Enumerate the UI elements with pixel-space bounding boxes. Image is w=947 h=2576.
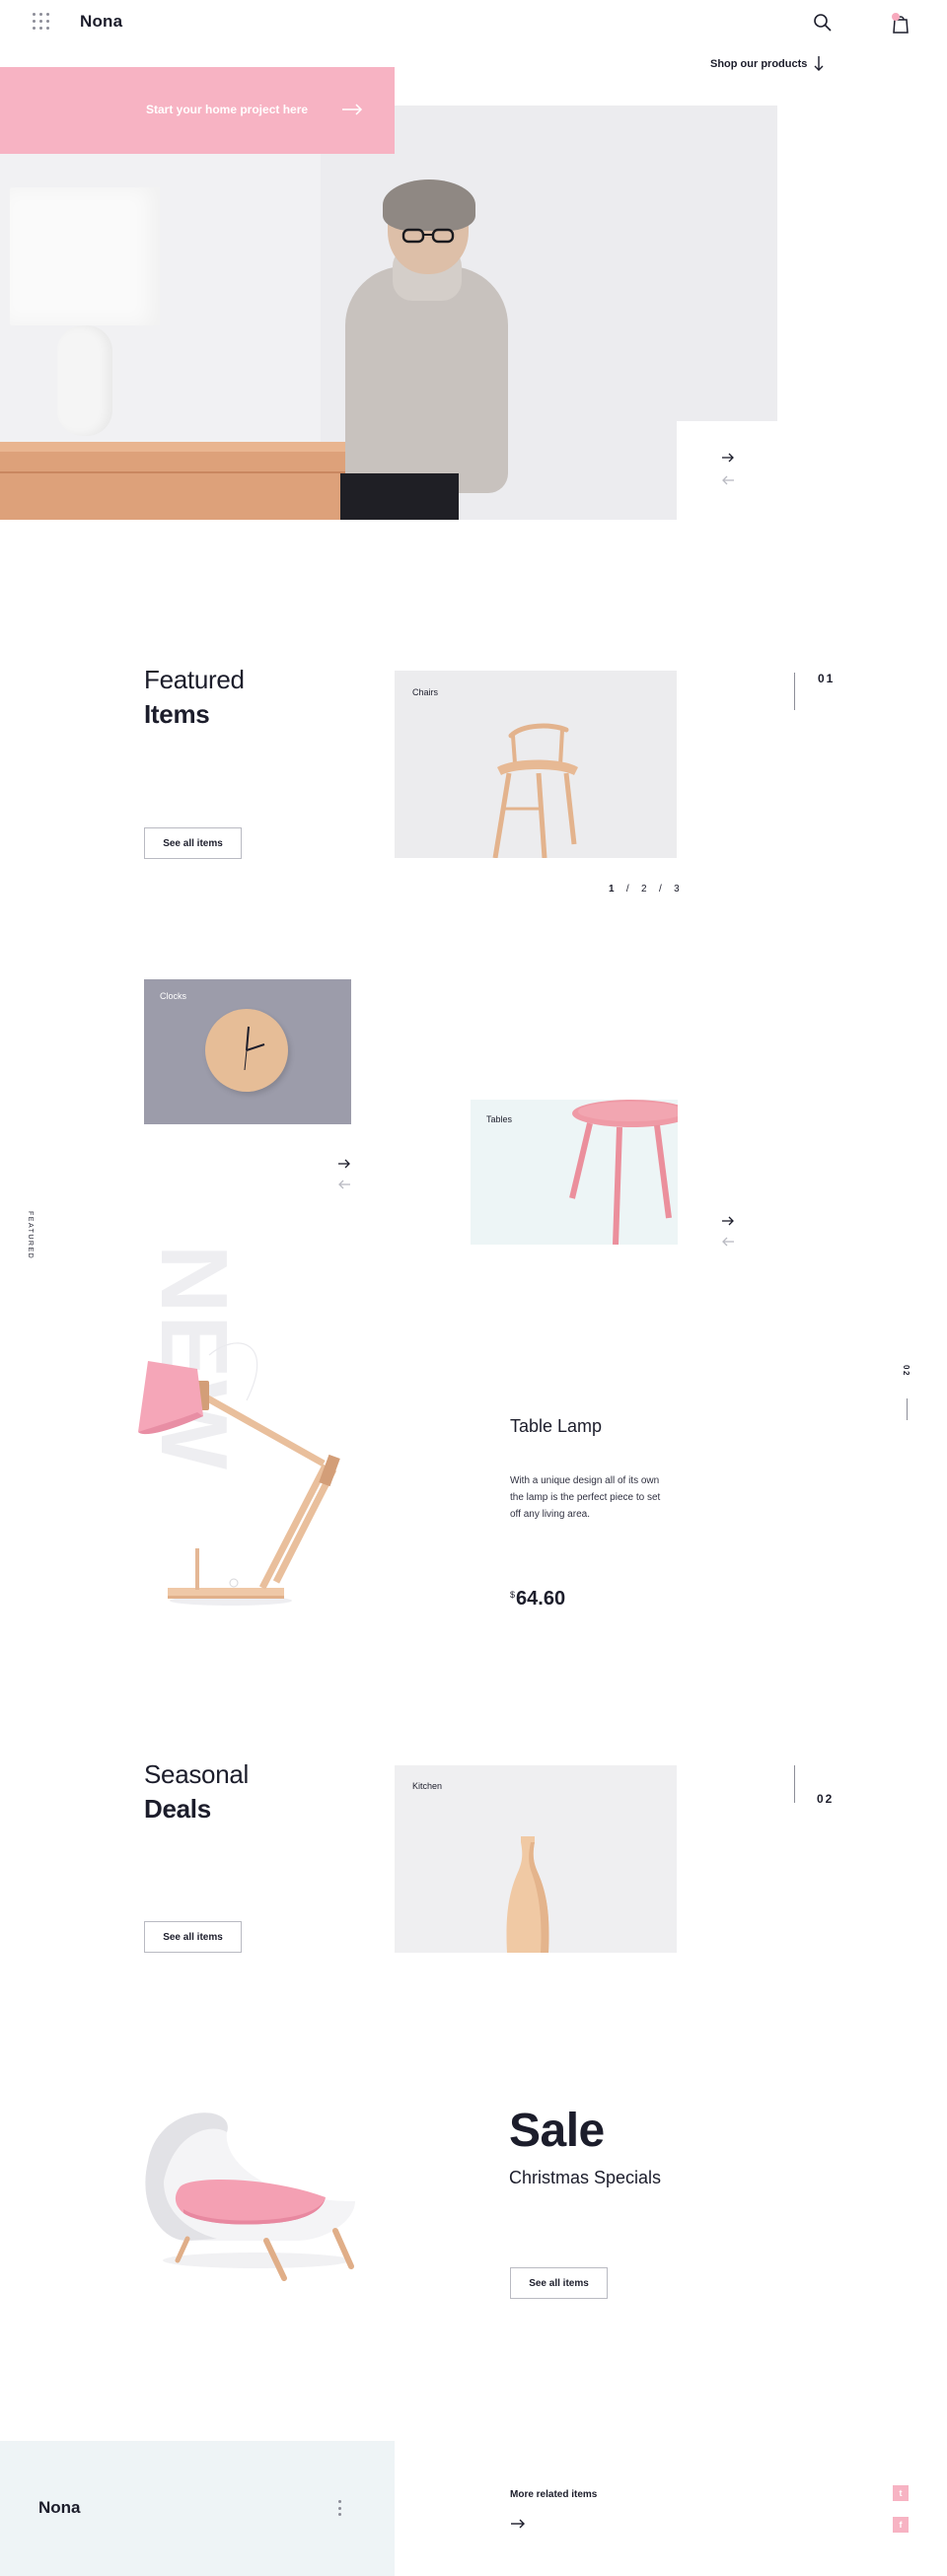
seasonal-title-bold: Deals (144, 1794, 211, 1824)
section-divider-2 (794, 1765, 795, 1803)
more-options-icon[interactable] (338, 2500, 342, 2516)
chair-image (492, 723, 578, 858)
twitter-icon[interactable]: t (893, 2485, 909, 2501)
featured-vertical-label: FEATURED (27, 1211, 34, 1260)
product-description: With a unique design all of its own the … (510, 1475, 661, 1520)
search-icon[interactable] (813, 13, 833, 33)
side-section-number: 02 (902, 1365, 911, 1377)
price-value: 64.60 (516, 1588, 566, 1610)
hero-nav-panel (677, 421, 777, 520)
sale-title: Sale (509, 2105, 605, 2157)
clocks-label: Clocks (160, 991, 187, 1001)
grid-menu-icon[interactable] (33, 13, 50, 31)
kitchen-label: Kitchen (412, 1781, 443, 1791)
cart-badge (892, 13, 900, 21)
pager-separator: / (625, 884, 630, 894)
sale-see-all-button[interactable]: See all items (510, 2267, 608, 2299)
pager-page-3[interactable]: 3 (674, 884, 681, 894)
clock-hands (244, 1026, 265, 1071)
hero-glasses (401, 228, 455, 244)
product-title: Table Lamp (510, 1416, 603, 1436)
brand-logo[interactable]: Nona (80, 12, 122, 32)
featured-pager: 1 / 2 / 3 (609, 884, 681, 894)
hero-sideboard-top (0, 442, 345, 452)
hero-person-trousers (340, 473, 459, 520)
facebook-icon[interactable]: f (893, 2517, 909, 2533)
chairs-label: Chairs (412, 687, 439, 697)
pager-page-1[interactable]: 1 (609, 884, 616, 894)
product-price: $64.60 (510, 1588, 565, 1610)
vase-image (506, 1836, 549, 1953)
table-lamp-image (138, 1342, 340, 1606)
section-number-02: 02 (817, 1792, 835, 1806)
start-project-text[interactable]: Start your home project here (146, 103, 308, 116)
stool-image (569, 1100, 678, 1245)
hero-sideboard-edge (0, 471, 345, 473)
more-related-arrow-icon[interactable] (510, 2518, 526, 2530)
more-related-link[interactable]: More related items (510, 2489, 597, 2500)
featured-see-all-button[interactable]: See all items (144, 827, 242, 859)
hero-lamp-shade (10, 187, 160, 325)
featured-title-bold: Items (144, 699, 210, 729)
clocks-prev-arrow-icon[interactable] (337, 1179, 351, 1190)
featured-title-light: Featured (144, 665, 245, 694)
tables-next-arrow-icon[interactable] (721, 1215, 735, 1227)
hero-prev-arrow-icon[interactable] (721, 474, 735, 486)
pager-separator: / (658, 884, 663, 894)
side-divider (907, 1398, 908, 1420)
section-number-01: 01 (818, 672, 836, 685)
sale-subtitle: Christmas Specials (509, 2168, 662, 2187)
lounge-chair-image (145, 2112, 355, 2281)
arrow-down-icon[interactable] (813, 53, 825, 73)
price-currency: $ (510, 1590, 516, 1600)
shop-products-link[interactable]: Shop our products (710, 58, 807, 70)
footer-brand[interactable]: Nona (38, 2498, 81, 2518)
clocks-next-arrow-icon[interactable] (337, 1158, 351, 1170)
seasonal-see-all-button[interactable]: See all items (144, 1921, 242, 1953)
tables-prev-arrow-icon[interactable] (721, 1236, 735, 1248)
hero-next-arrow-icon[interactable] (721, 452, 735, 464)
hero-sideboard (0, 442, 345, 520)
pager-page-2[interactable]: 2 (641, 884, 648, 894)
tables-label: Tables (486, 1114, 513, 1124)
seasonal-title-light: Seasonal (144, 1759, 250, 1789)
hero-lamp-base (57, 325, 112, 436)
arrow-right-icon[interactable] (341, 103, 363, 116)
section-divider (794, 673, 795, 710)
hero-person-hair (383, 179, 475, 231)
